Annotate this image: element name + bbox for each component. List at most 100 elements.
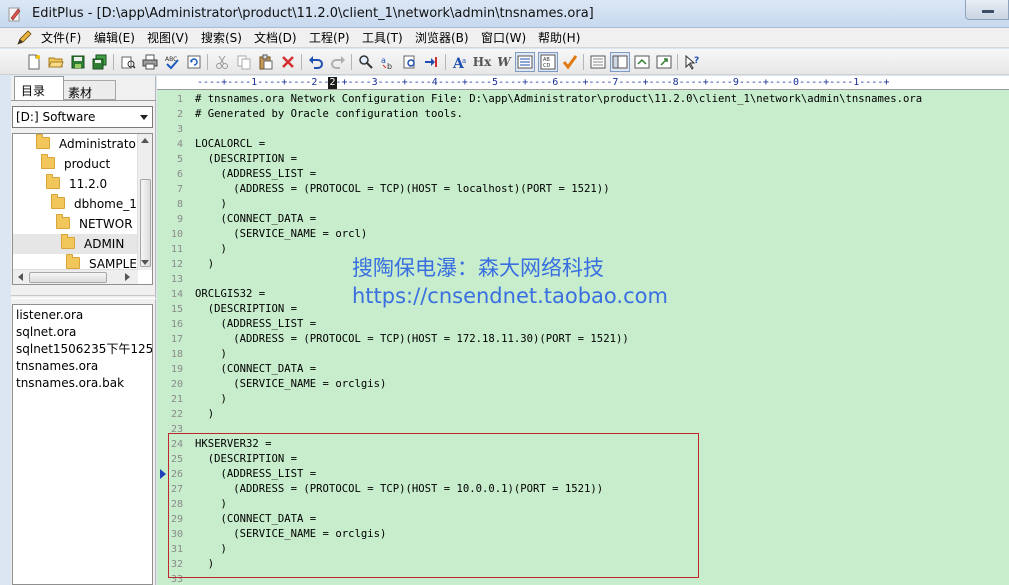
new-file-button[interactable] — [24, 52, 44, 72]
copy-icon — [237, 55, 251, 70]
tree-vertical-scrollbar[interactable] — [137, 134, 152, 270]
code-line[interactable]: # tnsnames.ora Network Configuration Fil… — [195, 92, 922, 107]
code-line[interactable]: ) — [195, 257, 214, 272]
menu-project[interactable]: 工程(P) — [309, 30, 350, 46]
tree-item[interactable]: NETWOR — [13, 214, 133, 234]
menu-document[interactable]: 文档(D) — [254, 30, 297, 46]
code-line[interactable]: ) — [195, 242, 227, 257]
code-line[interactable]: (CONNECT_DATA = — [195, 362, 317, 377]
column-ruler: ----+----1----+----2----+----3----+----4… — [157, 76, 1009, 90]
output-window-button[interactable] — [632, 52, 652, 72]
code-line[interactable]: (ADDRESS_LIST = — [195, 317, 317, 332]
editplus-app-icon[interactable] — [8, 6, 22, 22]
tab-cliptext[interactable]: 素材 — [64, 80, 116, 100]
code-line[interactable]: (ADDRESS_LIST = — [195, 167, 317, 182]
print-button[interactable] — [140, 52, 160, 72]
code-line[interactable]: (SERVICE_NAME = orclgis) — [195, 377, 386, 392]
code-line[interactable]: (ADDRESS = (PROTOCOL = TCP)(HOST = local… — [195, 182, 609, 197]
list-item[interactable]: sqlnet.ora — [16, 324, 76, 341]
context-help-button[interactable]: ? — [682, 52, 702, 72]
scroll-up-icon[interactable] — [141, 138, 149, 143]
code-line[interactable]: # Generated by Oracle configuration tool… — [195, 107, 463, 122]
refresh-button[interactable] — [184, 52, 204, 72]
save-button[interactable] — [68, 52, 88, 72]
code-line[interactable]: (ADDRESS = (PROTOCOL = TCP)(HOST = 172.1… — [195, 332, 628, 347]
spell-check-icon: ABC — [165, 56, 179, 70]
list-item[interactable]: listener.ora — [16, 307, 83, 324]
menu-browser[interactable]: 浏览器(B) — [415, 30, 469, 46]
code-line[interactable]: ORCLGIS32 = — [195, 287, 265, 302]
code-line[interactable]: ) — [195, 347, 227, 362]
paste-icon — [259, 54, 273, 70]
svg-text:b: b — [387, 62, 392, 70]
toolbar: ABC ab Aa Hx W AB CD ? — [0, 49, 1009, 75]
tree-item[interactable]: product — [13, 154, 110, 174]
undo-button[interactable] — [306, 52, 326, 72]
find-in-files-icon — [403, 55, 415, 69]
file-list: listener.ora sqlnet.ora sqlnet1506235下午1… — [12, 304, 153, 585]
delete-button[interactable] — [278, 52, 298, 72]
scroll-left-icon[interactable] — [18, 273, 23, 281]
menu-edit[interactable]: 编辑(E) — [94, 30, 135, 46]
tab-directory[interactable]: 目录 — [14, 76, 64, 100]
list-item[interactable]: sqlnet1506235下午1258 — [16, 341, 152, 358]
redo-button[interactable] — [328, 52, 348, 72]
print-preview-icon — [121, 56, 136, 69]
drive-dropdown[interactable]: [D:] Software — [12, 106, 153, 128]
toolbar-separator — [445, 54, 446, 70]
panel-splitter[interactable] — [11, 295, 156, 299]
check-button[interactable] — [560, 52, 580, 72]
scroll-down-icon[interactable] — [141, 260, 149, 265]
print-preview-button[interactable] — [118, 52, 138, 72]
code-line[interactable]: LOCALORCL = — [195, 137, 265, 152]
save-all-button[interactable] — [90, 52, 110, 72]
menu-view[interactable]: 视图(V) — [147, 30, 189, 46]
menu-help[interactable]: 帮助(H) — [538, 30, 580, 46]
scrollbar-thumb[interactable] — [140, 179, 151, 267]
directory-panel: 目录 素材 [D:] Software Administrato product… — [11, 76, 156, 585]
list-item[interactable]: tnsnames.ora — [16, 358, 98, 375]
code-line[interactable]: (SERVICE_NAME = orcl) — [195, 227, 367, 242]
code-line[interactable]: ) — [195, 392, 227, 407]
menu-search[interactable]: 搜索(S) — [201, 30, 242, 46]
text-editor[interactable]: ----+----1----+----2----+----3----+----4… — [157, 76, 1009, 585]
hex-viewer-button[interactable]: Hx — [472, 52, 492, 72]
replace-button[interactable]: ab — [378, 52, 398, 72]
word-wrap-button[interactable]: W — [494, 52, 514, 72]
window-title: EditPlus - [D:\app\Administrator\product… — [32, 6, 594, 21]
scrollbar-thumb[interactable] — [29, 272, 107, 283]
tree-item-selected[interactable]: ADMIN — [13, 234, 139, 254]
svg-text:?: ? — [694, 56, 699, 66]
copy-button[interactable] — [234, 52, 254, 72]
font-button[interactable]: Aa — [450, 52, 470, 72]
minimize-button[interactable] — [965, 0, 1009, 20]
tree-item[interactable]: 11.2.0 — [13, 174, 107, 194]
line-number-toggle-button[interactable] — [515, 52, 535, 72]
code-line[interactable]: ) — [195, 197, 227, 212]
open-file-button[interactable] — [46, 52, 66, 72]
code-line[interactable]: (DESCRIPTION = — [195, 152, 297, 167]
code-line[interactable]: (DESCRIPTION = — [195, 302, 297, 317]
tree-horizontal-scrollbar[interactable] — [13, 269, 138, 284]
find-in-files-button[interactable] — [400, 52, 420, 72]
pencil-icon — [16, 30, 34, 46]
goto-line-button[interactable] — [422, 52, 442, 72]
ruler-scale: ----+----1----+----2----+----3----+----4… — [197, 77, 890, 88]
cut-button[interactable] — [212, 52, 232, 72]
paste-button[interactable] — [256, 52, 276, 72]
find-button[interactable] — [356, 52, 376, 72]
directory-window-toggle-button[interactable] — [610, 52, 630, 72]
tree-item[interactable]: Administrato — [13, 134, 136, 154]
list-item[interactable]: tnsnames.ora.bak — [16, 375, 124, 392]
cliptext-button[interactable] — [588, 52, 608, 72]
spell-check-button[interactable]: ABC — [162, 52, 182, 72]
ruler-toggle-button[interactable]: AB CD — [538, 52, 558, 72]
menu-tools[interactable]: 工具(T) — [362, 30, 403, 46]
fullscreen-button[interactable] — [654, 52, 674, 72]
code-line[interactable]: (CONNECT_DATA = — [195, 212, 317, 227]
menu-file[interactable]: 文件(F) — [41, 30, 81, 46]
code-line[interactable]: ) — [195, 407, 214, 422]
menu-window[interactable]: 窗口(W) — [481, 30, 526, 46]
tree-item[interactable]: dbhome_1 — [13, 194, 137, 214]
scroll-right-icon[interactable] — [125, 273, 130, 281]
